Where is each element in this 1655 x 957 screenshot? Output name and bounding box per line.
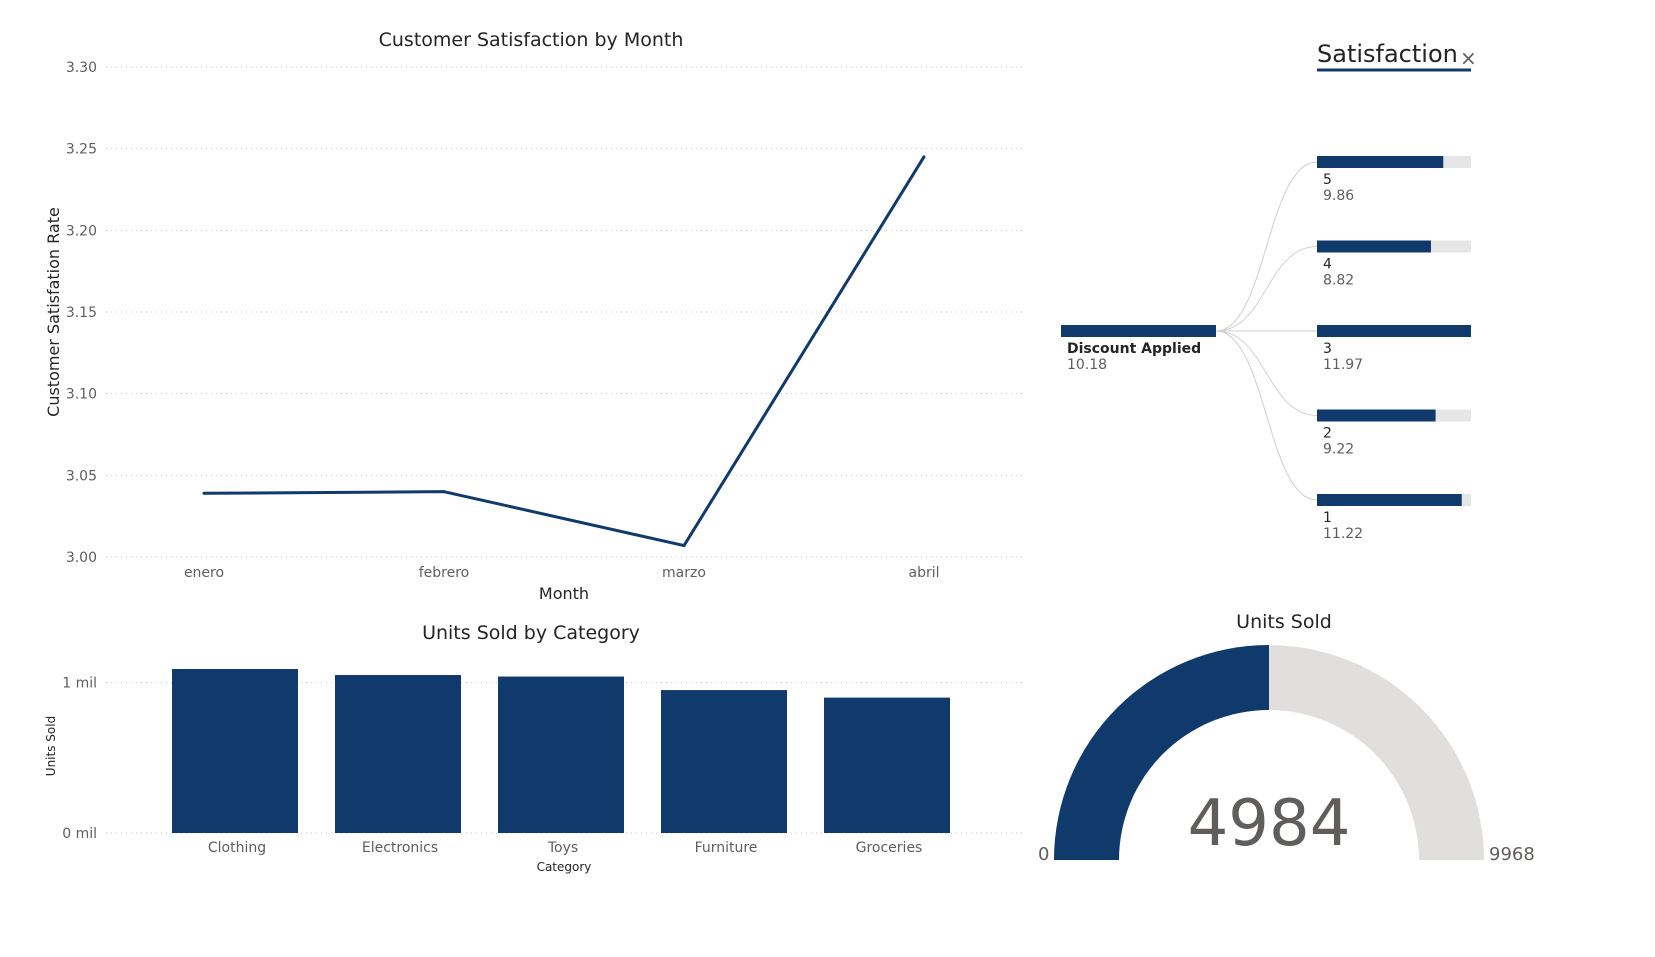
line-series[interactable]	[203, 156, 926, 548]
line-y-tick-label: 3.25	[66, 142, 97, 158]
decomp-child-bar	[1317, 240, 1431, 253]
bar-y-axis-title: Units Sold	[44, 716, 58, 776]
bar[interactable]	[172, 669, 298, 833]
decomp-child-value: 9.22	[1323, 442, 1354, 458]
bar-x-tick-label: Toys	[547, 840, 578, 856]
decomp-root-value: 10.18	[1067, 357, 1107, 373]
decomp-root-bar	[1061, 325, 1216, 337]
line-x-tick-label: abril	[908, 565, 939, 581]
bar-chart: Units Sold by Category 0 mil 1 mil Clothi…	[44, 622, 1022, 874]
decomp-child-bar	[1317, 494, 1462, 506]
bar-x-tick-label: Furniture	[695, 840, 758, 856]
line-data-point[interactable]	[442, 490, 446, 494]
bar[interactable]	[498, 676, 624, 833]
decomp-child-label: 1	[1323, 510, 1332, 526]
decomp-child-node[interactable]: 111.22	[1317, 494, 1471, 542]
decomp-child-label: 2	[1323, 426, 1332, 442]
line-y-tick-label: 3.10	[66, 387, 97, 403]
line-x-tick-label: marzo	[662, 565, 706, 581]
decomp-connector	[1215, 330, 1318, 501]
decomp-connector	[1215, 246, 1318, 332]
line-y-tick-label: 3.00	[66, 550, 97, 566]
gauge-title: Units Sold	[1236, 611, 1332, 633]
decomp-root-label: Discount Applied	[1067, 341, 1201, 357]
decomp-connector	[1215, 330, 1318, 416]
bar-x-tick-label: Electronics	[362, 840, 438, 856]
line-data-point[interactable]	[682, 544, 686, 548]
decomposition-tree-panel: Satisfaction × Discount Applied 10.18 59…	[1040, 0, 1600, 600]
line-y-tick-label: 3.20	[66, 223, 97, 239]
line-y-tick-label: 3.15	[66, 305, 97, 321]
decomp-child-bar	[1317, 156, 1444, 168]
line-x-axis-title: Month	[539, 584, 589, 603]
gauge-panel: Units Sold 4984 0 9968	[1030, 600, 1600, 900]
gauge-max-label: 9968	[1489, 844, 1535, 865]
gauge-value: 4984	[1188, 787, 1351, 861]
line-x-tick-label: febrero	[419, 565, 470, 581]
bar-chart-title: Units Sold by Category	[422, 622, 640, 644]
line-y-axis-title: Customer Satisfation Rate	[44, 207, 63, 417]
line-chart-title: Customer Satisfaction by Month	[379, 29, 684, 51]
decomp-connector	[1215, 161, 1318, 332]
bar-x-axis-title: Category	[537, 860, 592, 874]
bar-y-tick-label: 1 mil	[62, 676, 97, 692]
decomp-child-node[interactable]: 48.82	[1317, 240, 1471, 289]
decomp-child-bar	[1317, 409, 1436, 422]
bar[interactable]	[824, 697, 950, 833]
decomp-child-node[interactable]: 29.22	[1317, 409, 1471, 458]
line-y-tick-label: 3.05	[66, 468, 97, 484]
decomp-child-value: 8.82	[1323, 273, 1354, 289]
decomp-child-node[interactable]: 311.97	[1317, 325, 1471, 373]
close-icon[interactable]: ×	[1460, 46, 1477, 70]
bar-y-tick-label: 0 mil	[62, 826, 97, 842]
decomp-child-value: 11.22	[1323, 526, 1363, 542]
decomp-child-value: 9.86	[1323, 188, 1354, 204]
line-y-tick-label: 3.30	[66, 60, 97, 76]
line-x-tick-label: enero	[184, 565, 224, 581]
decomp-child-label: 5	[1323, 172, 1332, 188]
gauge-min-label: 0	[1038, 844, 1049, 865]
line-chart-panel: Customer Satisfaction by Month 3.00 3.05 3…	[0, 0, 1035, 610]
decomp-child-node[interactable]: 59.86	[1317, 156, 1471, 204]
bar[interactable]	[661, 690, 787, 833]
decomposition-tree: Satisfaction × Discount Applied 10.18 59…	[1061, 40, 1477, 542]
line-data-point[interactable]	[922, 155, 926, 159]
bar-x-tick-label: Clothing	[208, 840, 266, 856]
decomp-child-bar	[1317, 325, 1471, 337]
decomp-child-label: 4	[1323, 257, 1332, 273]
bar-chart-panel: Units Sold by Category 0 mil 1 mil Clothi…	[0, 610, 1035, 900]
decomp-child-value: 11.97	[1323, 357, 1363, 373]
decomp-child-label: 3	[1323, 341, 1332, 357]
bar[interactable]	[335, 675, 461, 833]
gauge-chart: Units Sold 4984 0 9968	[1038, 611, 1535, 865]
decomp-root-node[interactable]: Discount Applied 10.18	[1061, 325, 1216, 373]
bar-x-tick-label: Groceries	[856, 840, 923, 856]
line-data-point[interactable]	[202, 491, 206, 495]
decomp-tree-header: Satisfaction	[1317, 40, 1458, 68]
line-chart: Customer Satisfaction by Month 3.00 3.05 3…	[44, 29, 1022, 603]
